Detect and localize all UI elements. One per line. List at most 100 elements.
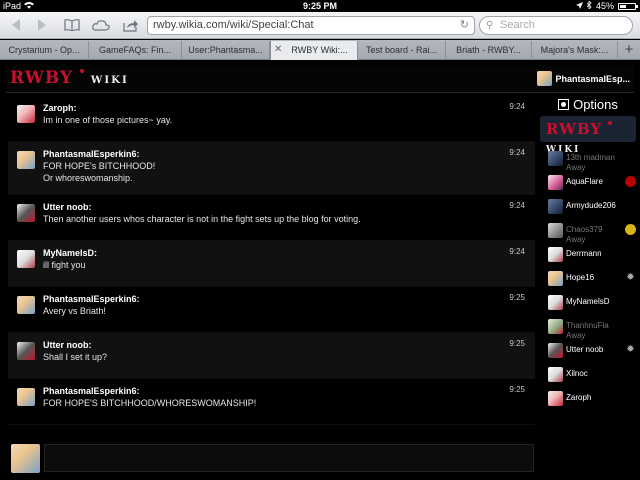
avatar <box>548 319 563 334</box>
ipad-screen: iPad 9:25 PM 45% rwby.wikia.com/wiki/Spe… <box>0 0 640 480</box>
avatar <box>548 391 563 406</box>
avatar[interactable] <box>17 151 35 169</box>
user-list-item[interactable]: Chaos379 Away <box>548 223 636 244</box>
chat-message: PhantasmalEsperkin6: FOR HOPE'S BITCHHOOD… <box>8 379 535 425</box>
tab-majoras-mask[interactable]: Majora's Mask:... <box>532 41 618 60</box>
message-author[interactable]: Zaroph: <box>43 102 535 114</box>
avatar[interactable] <box>17 105 35 123</box>
forward-arrow-icon[interactable] <box>34 16 50 34</box>
battery-icon <box>618 2 638 10</box>
avatar <box>548 175 563 190</box>
message-author[interactable]: PhantasmalEsperkin6: <box>43 385 535 397</box>
avatar[interactable] <box>17 250 35 268</box>
search-input[interactable]: ⚲ Search <box>479 16 633 35</box>
share-icon[interactable] <box>121 16 141 34</box>
tab-crystarium[interactable]: Crystarium - Op... <box>0 41 89 60</box>
tab-label: Test board - Rai... <box>365 45 438 55</box>
user-name: ThanhnuFla <box>566 321 609 330</box>
bluetooth-icon <box>586 0 592 12</box>
avatar[interactable] <box>17 342 35 360</box>
message-timestamp: 9:24 <box>509 102 525 111</box>
avatar[interactable] <box>17 204 35 222</box>
tab-label: User:Phantasma... <box>188 45 263 55</box>
avatar <box>548 367 563 382</box>
message-timestamp: 9:25 <box>509 339 525 348</box>
user-list-item[interactable]: 13th madman Away <box>548 151 636 172</box>
clock: 9:25 PM <box>302 1 337 11</box>
avatar <box>548 295 563 310</box>
avatar[interactable] <box>17 388 35 406</box>
tab-briath[interactable]: Briath - RWBY... <box>446 41 532 60</box>
red-badge-icon <box>625 176 636 187</box>
avatar[interactable] <box>17 296 35 314</box>
user-list-item[interactable]: Derrmann <box>548 247 636 262</box>
message-text: Im in one of those pictures~ yay. <box>43 115 173 125</box>
message-text: FOR HOPE's BITCHHOOD! <box>43 161 156 171</box>
avatar <box>548 199 563 214</box>
avatar <box>537 71 553 86</box>
options-button[interactable]: Options <box>540 96 636 113</box>
user-list-item[interactable]: Hope16 ✹ <box>548 271 636 286</box>
user-list-item[interactable]: Utter noob ✹ <box>548 343 636 358</box>
message-author[interactable]: PhantasmalEsperkin6: <box>43 293 535 305</box>
user-list-item[interactable]: Zaroph <box>548 391 636 406</box>
tab-strip: Crystarium - Op... GameFAQs: Fin... User… <box>0 40 640 60</box>
tab-test-board[interactable]: Test board - Rai... <box>358 41 446 60</box>
user-name: Utter noob <box>566 345 604 354</box>
chat-page: RWBY WIKI PhantasmalEsp... Zaroph: Im in … <box>0 61 640 480</box>
wiki-header: RWBY WIKI PhantasmalEsp... <box>6 65 634 93</box>
message-timestamp: 9:25 <box>509 385 525 394</box>
message-author[interactable]: Utter noob: <box>43 201 535 213</box>
close-icon[interactable]: ✕ <box>274 41 282 59</box>
user-list-sidebar: Options RWBY WIKI 13th madman Away AquaFla… <box>537 94 637 473</box>
user-list-item[interactable]: Xilnoc <box>548 367 636 382</box>
search-placeholder: Search <box>500 19 535 31</box>
battery-percent: 45% <box>595 1 614 11</box>
avatar <box>548 247 563 262</box>
tab-user-phantasmal[interactable]: User:Phantasma... <box>182 41 270 60</box>
star-badge-icon: ✹ <box>626 344 635 355</box>
user-name: MyNamelsD <box>566 297 610 306</box>
logo-dot <box>608 121 613 125</box>
chat-message-list[interactable]: Zaroph: Im in one of those pictures~ yay.… <box>8 96 535 441</box>
user-name: Armydude206 <box>566 201 616 210</box>
back-arrow-icon[interactable] <box>8 16 24 34</box>
tab-rwby-wiki[interactable]: ✕ RWBY Wiki:... <box>270 41 358 60</box>
address-bar[interactable]: rwby.wikia.com/wiki/Special:Chat ↻ <box>147 16 475 35</box>
plus-icon[interactable]: + <box>618 40 640 60</box>
user-list-item[interactable]: Armydude206 <box>548 199 636 214</box>
current-user-name: PhantasmalEsp... <box>555 73 630 84</box>
chat-input[interactable] <box>44 444 534 472</box>
current-user[interactable]: PhantasmalEsp... <box>537 71 630 86</box>
chat-message: Zaroph: Im in one of those pictures~ yay.… <box>8 96 535 142</box>
chat-message: PhantasmalEsperkin6: Avery vs Briath! 9:25 <box>8 287 535 333</box>
message-author[interactable]: Utter noob: <box>43 339 535 351</box>
book-icon[interactable] <box>62 16 82 34</box>
message-timestamp: 9:24 <box>509 247 525 256</box>
tab-gamefaqs[interactable]: GameFAQs: Fin... <box>89 41 182 60</box>
user-name: Hope16 <box>566 273 595 282</box>
reload-icon[interactable]: ↻ <box>460 17 469 34</box>
user-list-item[interactable]: AquaFlare <box>548 175 636 190</box>
message-text: FOR HOPE'S BITCHHOOD/WHORESWOMANSHIP! <box>43 398 257 408</box>
message-author[interactable]: PhantasmalEsperkin6: <box>43 148 535 160</box>
message-author[interactable]: MyNamelsD: <box>43 247 535 259</box>
tab-label: Briath - RWBY... <box>456 45 521 55</box>
chat-message: PhantasmalEsperkin6: FOR HOPE's BITCHHOOD… <box>8 142 535 195</box>
user-status: Away <box>566 331 586 340</box>
avatar <box>548 271 563 286</box>
gold-badge-icon <box>625 224 636 235</box>
options-gear-icon <box>558 99 570 110</box>
user-list-item[interactable]: MyNamelsD <box>548 295 636 310</box>
avatar <box>548 343 563 358</box>
user-name: Xilnoc <box>566 369 588 378</box>
search-icon: ⚲ <box>486 20 494 31</box>
tab-label: GameFAQs: Fin... <box>98 45 172 55</box>
user-list-item[interactable]: ThanhnuFla Away <box>548 319 636 340</box>
cloud-icon[interactable] <box>91 16 111 34</box>
logo-dot <box>79 69 84 73</box>
user-name: Derrmann <box>566 249 602 258</box>
avatar <box>11 444 40 473</box>
wiki-logo[interactable]: RWBY WIKI <box>10 68 129 88</box>
message-timestamp: 9:25 <box>509 293 525 302</box>
